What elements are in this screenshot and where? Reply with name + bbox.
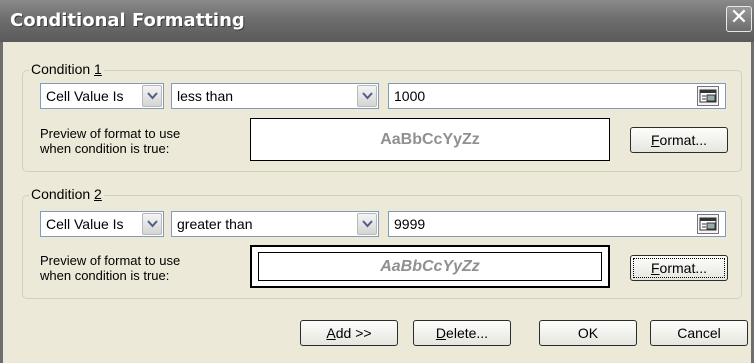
condition-2-preview-label: Preview of format to use when condition … [40,253,181,283]
condition-2-operator-value: greater than [177,216,253,232]
collapse-dialog-icon[interactable] [697,214,719,234]
ok-button[interactable]: OK [539,320,637,346]
chevron-down-icon[interactable] [357,213,377,235]
condition-1-operator-value: less than [177,88,234,104]
collapse-dialog-icon[interactable] [697,86,719,106]
chevron-down-icon[interactable] [357,85,377,107]
close-icon[interactable]: ✕ [726,6,752,32]
condition-1-value-input[interactable]: 1000 [388,83,726,109]
condition-1-preview-box: AaBbCcYyZz [250,118,610,161]
add-button[interactable]: Add >> [300,320,398,346]
condition-1-format-button[interactable]: Format... [630,127,728,153]
title-bar: Conditional Formatting ✕ [0,0,754,42]
condition-2-legend: Condition 2 [29,186,104,202]
preview-inner-border [258,252,602,281]
condition-1-legend: Condition 1 [29,61,104,77]
delete-button[interactable]: Delete... [413,320,511,346]
condition-1-preview-text: AaBbCcYyZz [380,130,480,148]
condition-1-preview-label: Preview of format to use when condition … [40,126,181,156]
condition-2-format-button[interactable]: Format... [630,255,728,281]
condition-1-type-value: Cell Value Is [46,88,124,104]
condition-2-preview-box: AaBbCcYyZz [250,245,610,288]
condition-2-value-input[interactable]: 9999 [388,211,726,237]
cancel-button[interactable]: Cancel [650,320,748,346]
chevron-down-icon[interactable] [142,213,162,235]
condition-2-value-text: 9999 [394,216,426,232]
condition-2-operator-select[interactable]: greater than [171,211,379,237]
condition-2-type-value: Cell Value Is [46,216,124,232]
chevron-down-icon[interactable] [142,85,162,107]
window-title: Conditional Formatting [10,10,245,31]
condition-1-operator-select[interactable]: less than [171,83,379,109]
condition-1-type-select[interactable]: Cell Value Is [40,83,164,109]
condition-2-type-select[interactable]: Cell Value Is [40,211,164,237]
condition-1-value-text: 1000 [394,88,426,104]
